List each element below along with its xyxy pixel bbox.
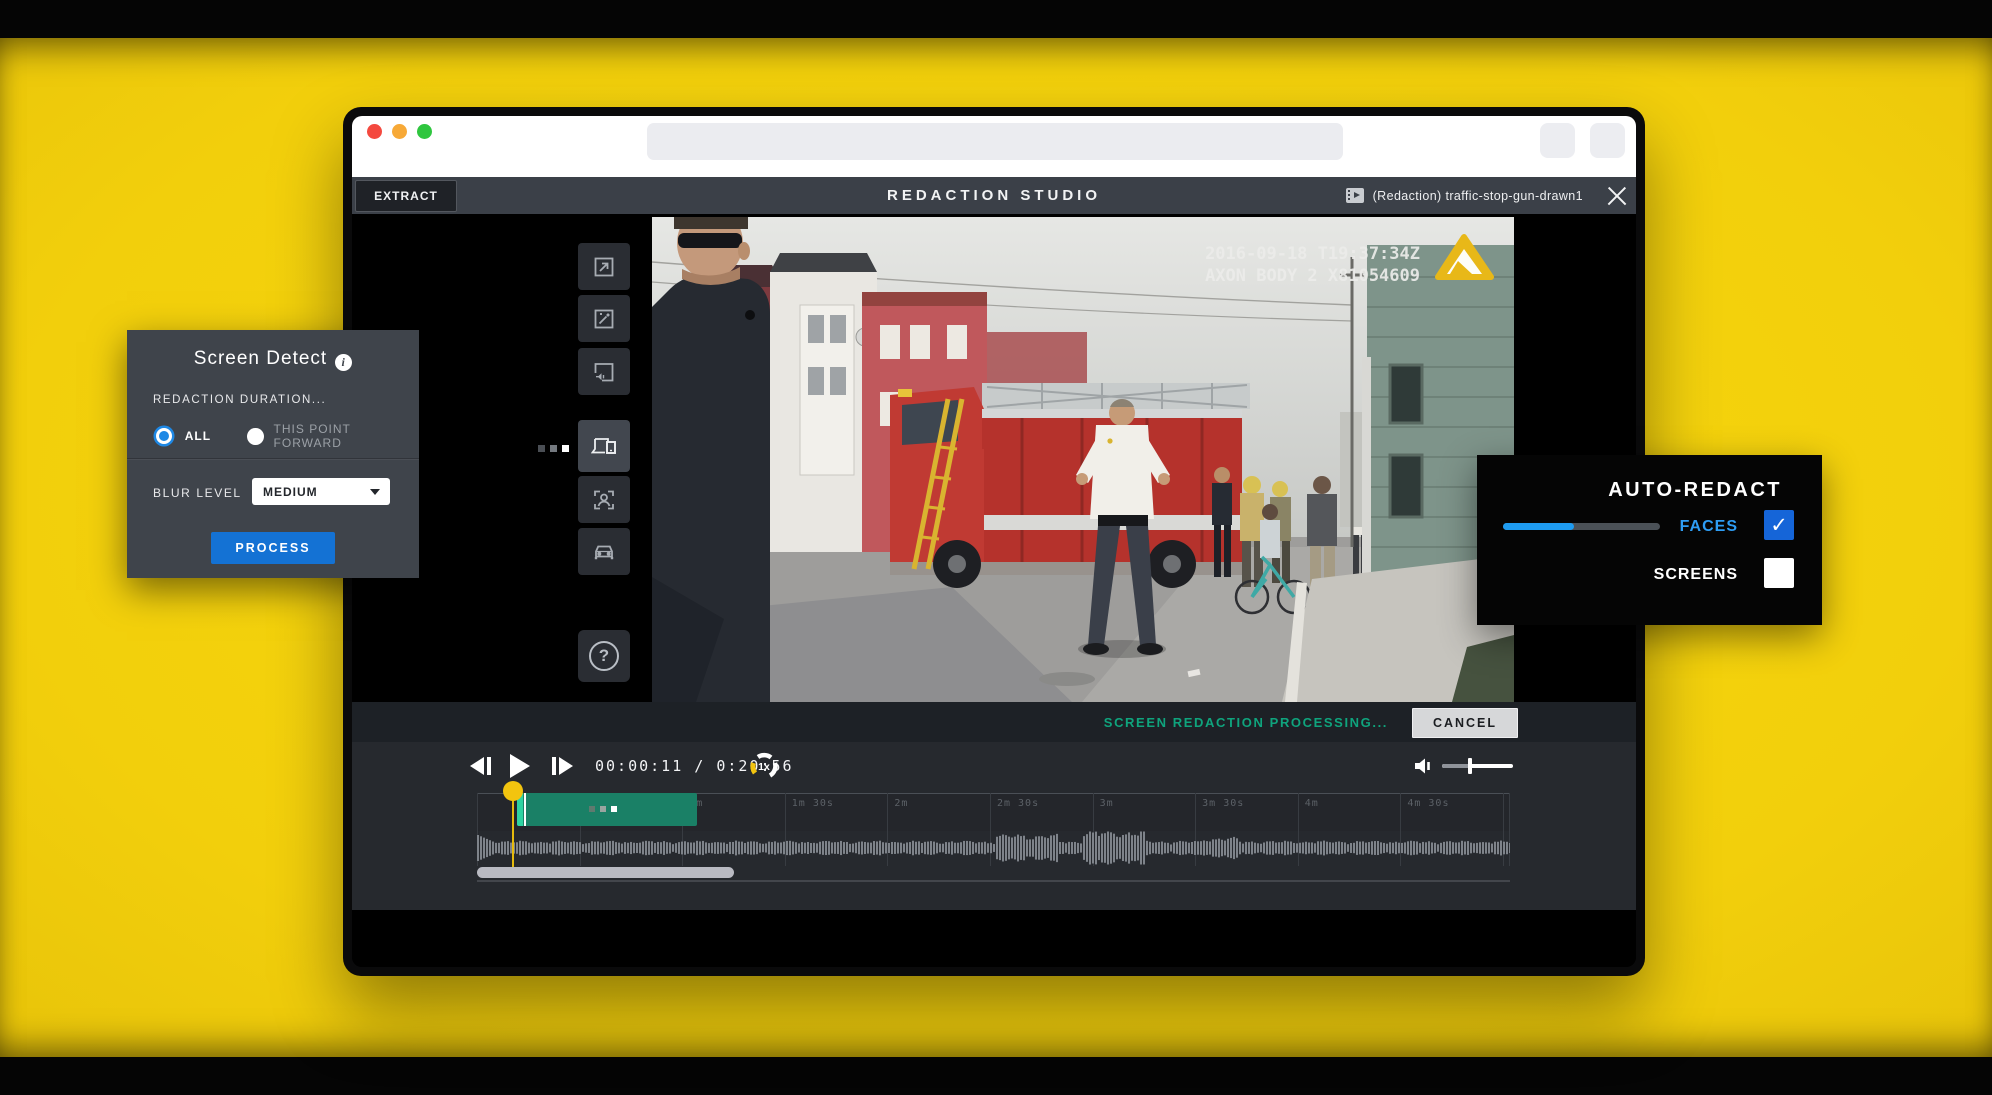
next-frame-button[interactable] xyxy=(552,754,573,778)
overlay-timestamp: 2016-09-18 T19:37:34Z xyxy=(1205,244,1420,264)
faces-progress-fill xyxy=(1503,523,1574,530)
blur-level-value: MEDIUM xyxy=(263,485,318,499)
radio-all-label: ALL xyxy=(185,429,211,443)
browser-action-button[interactable] xyxy=(1590,123,1625,158)
faces-checkbox[interactable]: ✓ xyxy=(1764,510,1794,540)
radio-forward-label: THIS POINT FORWARD xyxy=(274,422,419,450)
pop-out-tool-button[interactable] xyxy=(578,243,630,290)
chevron-down-icon xyxy=(370,489,380,495)
blur-level-select[interactable]: MEDIUM xyxy=(252,478,390,505)
playhead-line xyxy=(512,792,514,878)
video-file-icon xyxy=(1346,188,1364,203)
redaction-segment[interactable] xyxy=(517,793,697,826)
minimize-window-button[interactable] xyxy=(392,124,407,139)
help-icon: ? xyxy=(589,641,619,671)
info-icon[interactable]: i xyxy=(335,354,352,371)
processing-dots-indicator xyxy=(538,445,569,452)
video-player[interactable]: 2016-09-18 T19:37:34Z AXON BODY 2 X81054… xyxy=(652,217,1514,702)
screens-checkbox[interactable] xyxy=(1764,558,1794,588)
screen-detect-tool-button[interactable] xyxy=(578,420,630,472)
redaction-studio-titlebar: EXTRACT REDACTION STUDIO (Redaction) tra… xyxy=(352,177,1636,214)
volume-thumb[interactable] xyxy=(1468,758,1472,774)
timeline: 30s1m1m 30s2m2m 30s3m3m 30s4m4m 30s5m xyxy=(352,790,1636,910)
redaction-workspace: 2016-09-18 T19:37:34Z AXON BODY 2 X81054… xyxy=(352,214,1636,967)
screen-detect-panel: Screen Detecti REDACTION DURATION... ALL… xyxy=(127,330,419,578)
processing-status-text: SCREEN REDACTION PROCESSING... xyxy=(1104,702,1388,742)
face-detect-tool-button[interactable] xyxy=(578,476,630,523)
faces-progress-bar xyxy=(1503,523,1660,530)
panel-title: Screen Detecti xyxy=(127,348,419,371)
browser-action-button[interactable] xyxy=(1540,123,1575,158)
vehicle-detect-tool-button[interactable] xyxy=(578,528,630,575)
bodycam-footage: 2016-09-18 T19:37:34Z AXON BODY 2 X81054… xyxy=(652,217,1514,702)
officer-foreground xyxy=(652,217,770,702)
processing-status-bar: SCREEN REDACTION PROCESSING... CANCEL xyxy=(352,702,1636,742)
address-bar[interactable] xyxy=(647,123,1343,160)
speaker-icon xyxy=(1414,756,1438,776)
speed-dial-icon: 1x xyxy=(748,750,780,782)
evidence-file-name: (Redaction) traffic-stop-gun-drawn1 xyxy=(1373,189,1583,203)
play-icon xyxy=(510,754,530,778)
audio-region-icon xyxy=(592,360,616,384)
faces-label: FACES xyxy=(1680,518,1738,536)
magic-wand-tool-button[interactable] xyxy=(578,295,630,342)
cancel-button[interactable]: CANCEL xyxy=(1412,708,1518,738)
next-frame-icon xyxy=(559,757,573,775)
pop-out-icon xyxy=(592,255,616,279)
close-icon[interactable] xyxy=(1606,185,1628,207)
previous-frame-button[interactable] xyxy=(470,754,491,778)
zoom-window-button[interactable] xyxy=(417,124,432,139)
radio-all[interactable] xyxy=(156,428,172,444)
playhead-handle[interactable] xyxy=(503,781,523,801)
screen-detect-icon xyxy=(591,433,617,459)
divider xyxy=(127,458,419,460)
segment-loading-dots xyxy=(589,806,617,812)
process-button[interactable]: PROCESS xyxy=(211,532,335,564)
page: EXTRACT REDACTION STUDIO (Redaction) tra… xyxy=(0,0,1992,1095)
magic-wand-icon xyxy=(592,307,616,331)
audio-region-tool-button[interactable] xyxy=(578,348,630,395)
auto-redact-title: AUTO-REDACT xyxy=(1608,479,1782,502)
help-button[interactable]: ? xyxy=(578,630,630,682)
timeline-scrollbar xyxy=(477,867,1510,883)
vehicle-detect-icon xyxy=(592,540,616,564)
screens-label: SCREENS xyxy=(1654,566,1738,584)
play-button[interactable] xyxy=(510,754,530,778)
playback-speed-button[interactable]: 1x xyxy=(748,750,780,782)
scrollbar-track[interactable] xyxy=(477,880,1510,882)
scrollbar-thumb[interactable] xyxy=(477,867,734,878)
speed-value: 1x xyxy=(758,761,770,773)
playback-controls: 00:00:11 / 0:20:56 1x xyxy=(352,742,1636,790)
browser-chrome xyxy=(352,116,1636,177)
blur-level-label: BLUR LEVEL xyxy=(153,486,242,500)
browser-window: EXTRACT REDACTION STUDIO (Redaction) tra… xyxy=(343,107,1645,976)
overlay-camera-id: AXON BODY 2 X81054609 xyxy=(1205,266,1420,286)
auto-redact-panel: AUTO-REDACT FACES ✓ SCREENS xyxy=(1477,455,1822,625)
close-window-button[interactable] xyxy=(367,124,382,139)
audio-waveform[interactable] xyxy=(477,830,1510,866)
redaction-duration-label: REDACTION DURATION... xyxy=(153,394,326,406)
volume-fill xyxy=(1442,764,1470,768)
volume-mute-button[interactable] xyxy=(1414,756,1438,781)
face-detect-icon xyxy=(592,488,616,512)
fire-truck xyxy=(890,383,1250,588)
volume-slider[interactable] xyxy=(1442,764,1513,768)
previous-frame-icon xyxy=(470,757,484,775)
radio-this-point-forward[interactable] xyxy=(247,428,264,445)
